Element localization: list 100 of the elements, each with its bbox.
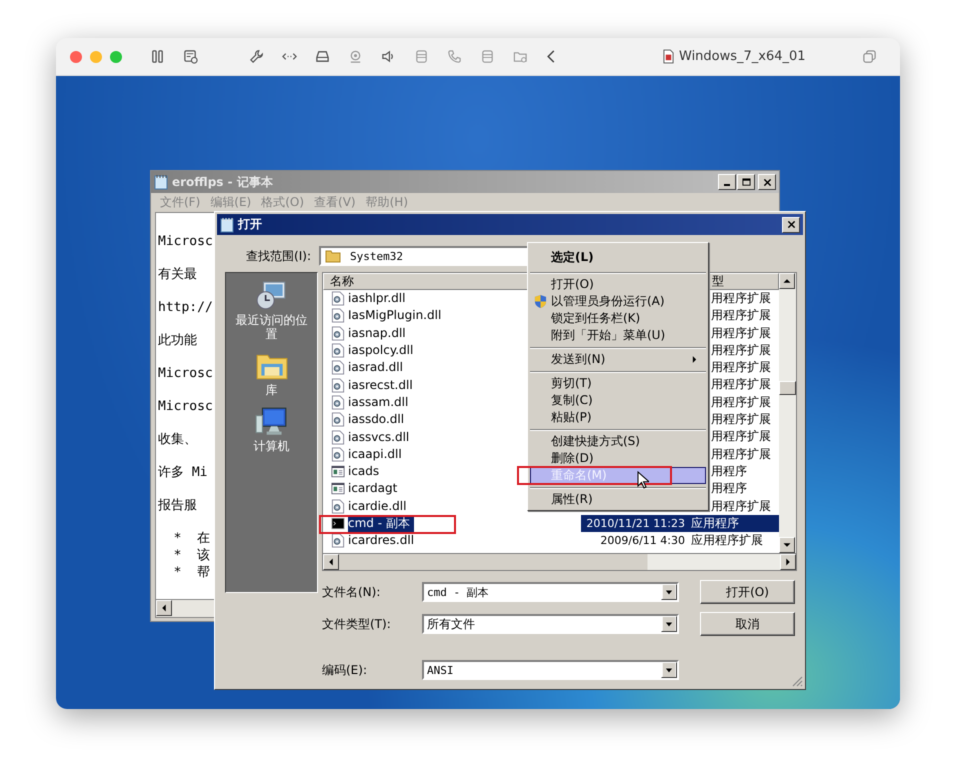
resize-grip-icon[interactable] — [791, 675, 803, 687]
scroll-right-icon[interactable] — [780, 554, 796, 570]
file-name[interactable]: iassdo.dll — [348, 411, 408, 428]
file-name-field[interactable]: cmd - 副本 — [422, 582, 679, 602]
file-type: 用程序扩展 — [710, 359, 772, 376]
scroll-left-icon[interactable] — [323, 554, 339, 570]
file-type-dropdown[interactable]: 所有文件 — [422, 614, 679, 634]
dropdown-arrow-icon[interactable] — [661, 662, 677, 678]
cancel-button[interactable]: 取消 — [700, 612, 795, 636]
file-name[interactable]: icaapi.dll — [348, 446, 406, 463]
encoding-dropdown[interactable]: ANSI — [422, 660, 679, 680]
chevron-left-icon[interactable] — [546, 49, 556, 64]
close-icon — [762, 178, 772, 186]
menu-item[interactable]: 粘贴(P) — [530, 409, 706, 426]
file-name[interactable]: iashlpr.dll — [348, 290, 410, 308]
drive-icon[interactable] — [315, 49, 330, 64]
vertical-scrollbar[interactable] — [779, 273, 796, 553]
file-name[interactable]: icardagt — [348, 480, 402, 498]
text-line: http:// — [158, 299, 213, 316]
dll-file-icon — [331, 412, 345, 428]
menu-item[interactable]: 复制(C) — [530, 392, 706, 409]
mouse-pointer-icon — [637, 471, 649, 489]
text-line: 许多 Mi — [158, 464, 208, 481]
file-type: 用程序 — [710, 462, 748, 480]
menu-item[interactable]: 锁定到任务栏(K) — [530, 310, 706, 327]
file-name[interactable]: iasrecst.dll — [348, 376, 417, 394]
window-title: 打开 — [238, 216, 262, 233]
file-name[interactable]: IasMigPlugin.dll — [348, 307, 446, 324]
text-line: * 在 — [172, 530, 210, 547]
dll-file-icon — [331, 326, 345, 341]
text-line: 有关最 — [158, 266, 197, 283]
horizontal-scrollbar[interactable] — [322, 554, 797, 571]
file-type-label: 文件类型(T): — [322, 616, 392, 632]
text-line: 此功能 — [158, 332, 197, 349]
dll-file-icon — [331, 343, 345, 358]
file-name[interactable]: iasnap.dll — [348, 324, 410, 342]
encoding-label: 编码(E): — [322, 662, 368, 678]
menu-item[interactable]: 附到「开始」菜单(U) — [530, 327, 706, 344]
document-icon — [663, 49, 674, 64]
text-line: Microsc — [158, 398, 213, 415]
dll-file-icon — [331, 498, 345, 514]
place-item[interactable]: 计算机 — [232, 405, 312, 453]
file-date: 2009/6/11 4:30 — [599, 533, 686, 550]
webcam-icon[interactable] — [348, 49, 363, 64]
scroll-thumb[interactable] — [779, 381, 796, 395]
phone-icon[interactable] — [447, 49, 462, 64]
list-icon[interactable] — [414, 49, 429, 64]
file-type: 用程序 — [710, 480, 748, 498]
file-name[interactable]: iassvcs.dll — [348, 428, 414, 446]
file-type: 用程序扩展 — [710, 290, 772, 307]
file-name[interactable]: iassam.dll — [348, 394, 412, 411]
scroll-left-icon[interactable] — [156, 600, 172, 616]
file-type: 用程序扩展 — [710, 376, 772, 394]
copy-icon[interactable] — [862, 49, 877, 64]
menu-item[interactable]: 发送到(N) — [530, 351, 706, 368]
file-type: 用程序扩展 — [710, 394, 772, 411]
wrench-icon[interactable] — [249, 49, 264, 64]
file-type: 用程序扩展 — [710, 428, 772, 446]
dropdown-arrow-icon[interactable] — [661, 616, 677, 632]
close-button[interactable] — [758, 174, 776, 190]
text-line: * 帮 — [172, 564, 210, 581]
place-item[interactable]: 最近访问的位置 — [232, 279, 312, 341]
shared-folder-icon[interactable] — [513, 49, 528, 64]
close-icon — [786, 220, 796, 229]
dll-file-icon — [331, 378, 345, 393]
dll-file-icon — [331, 430, 345, 445]
file-type: 用程序扩展 — [710, 324, 772, 342]
dll-file-icon — [331, 394, 345, 410]
dll-file-icon — [331, 533, 345, 548]
menu-item[interactable]: 删除(D) — [530, 450, 706, 467]
menu-item[interactable]: 剪切(T) — [530, 375, 706, 392]
file-name[interactable]: iaspolcy.dll — [348, 342, 418, 360]
file-name[interactable]: icads — [348, 463, 384, 480]
file-type: 用程序扩展 — [710, 498, 772, 515]
file-name[interactable]: icardres.dll — [348, 532, 418, 550]
dropdown-arrow-icon[interactable] — [661, 584, 677, 600]
file-name[interactable]: icardie.dll — [348, 498, 410, 515]
menu-item[interactable]: 属性(R) — [530, 491, 706, 508]
window-title: Windows_7_x64_01 — [679, 49, 806, 64]
application-icon — [331, 464, 345, 480]
maximize-button[interactable] — [737, 174, 755, 190]
pause-icon[interactable] — [150, 49, 165, 64]
dll-file-icon — [331, 360, 345, 376]
shield-icon — [534, 294, 547, 309]
console-icon — [331, 516, 345, 531]
file-name-label: 文件名(N): — [322, 584, 382, 600]
text-line: Microsc — [158, 365, 213, 382]
open-button[interactable]: 打开(O) — [700, 580, 795, 604]
file-name[interactable]: iasrad.dll — [348, 359, 407, 376]
speaker-icon[interactable] — [381, 49, 396, 64]
menu-item[interactable]: 创建快捷方式(S) — [530, 433, 706, 450]
list-icon[interactable] — [480, 49, 495, 64]
place-item[interactable]: 库 — [232, 349, 312, 397]
close-button[interactable] — [782, 216, 800, 232]
minimize-button[interactable] — [718, 174, 736, 190]
scroll-up-icon[interactable] — [779, 273, 795, 289]
scroll-down-icon[interactable] — [779, 537, 795, 553]
folder-icon — [325, 248, 341, 264]
snapshot-icon[interactable] — [183, 49, 198, 64]
menu-item[interactable]: 以管理员身份运行(A) — [530, 293, 706, 310]
